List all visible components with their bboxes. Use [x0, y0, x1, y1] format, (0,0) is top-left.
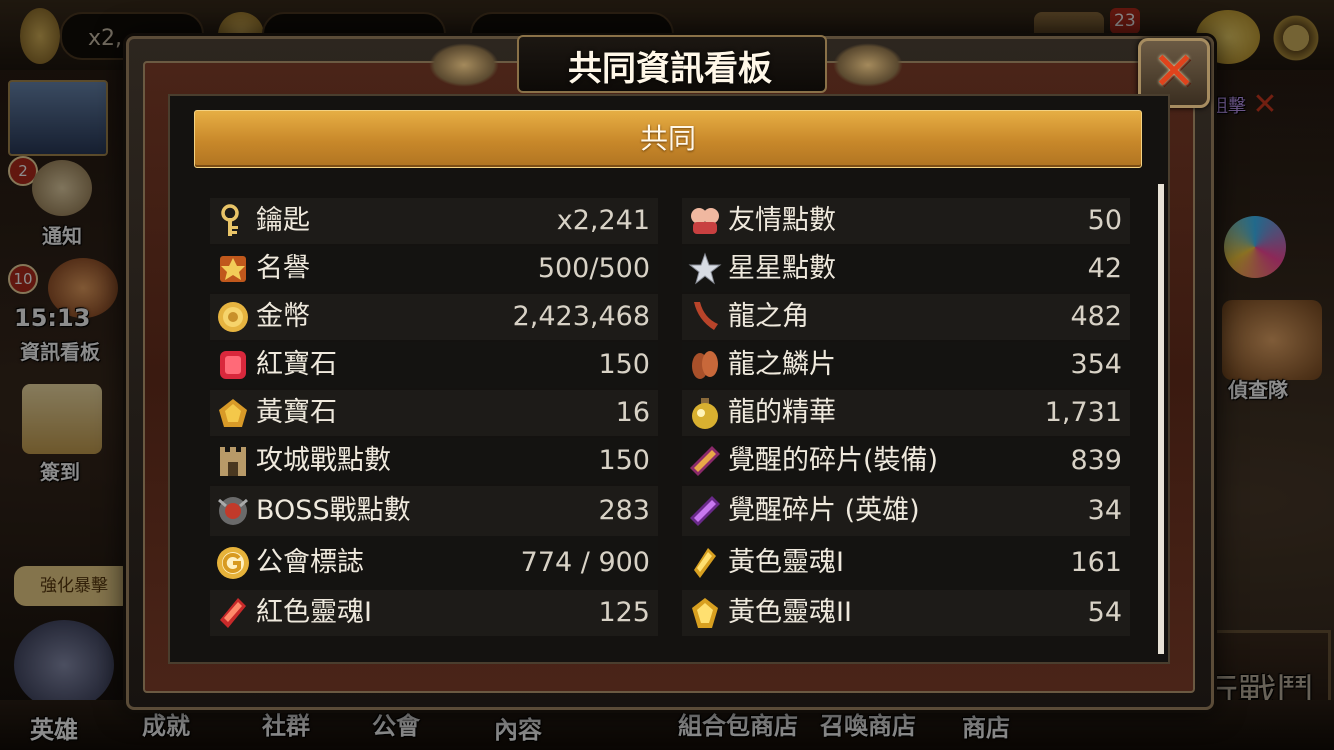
item-label: 覺醒碎片 (英雄) — [728, 495, 920, 526]
list-item: 黃寶石 16 — [210, 390, 658, 436]
item-label: 龍的精華 — [728, 397, 836, 428]
item-value: 354 — [1070, 349, 1122, 380]
item-value: 54 — [1087, 597, 1122, 628]
item-label: 紅色靈魂I — [256, 597, 372, 628]
item-value: 34 — [1087, 495, 1122, 526]
item-value: 42 — [1087, 253, 1122, 284]
item-label: 覺醒的碎片(裝備) — [728, 445, 939, 476]
list-item: 公會標誌 774 / 900 — [210, 536, 658, 590]
item-value: 500/500 — [537, 253, 650, 284]
list-item: 友情點數 50 — [682, 198, 1130, 244]
item-label: 紅寶石 — [256, 349, 337, 380]
ornament-left-icon — [429, 43, 499, 87]
item-label: BOSS戰點數 — [256, 495, 411, 526]
friendship-icon — [691, 208, 719, 234]
item-label: 黃色靈魂II — [728, 597, 852, 628]
list-item: 金幣 2,423,468 — [210, 294, 658, 340]
item-label: 名譽 — [256, 253, 310, 284]
list-item: 覺醒碎片 (英雄) 34 — [682, 486, 1130, 536]
item-value: 50 — [1087, 205, 1122, 236]
yellow-gem-icon — [219, 399, 247, 427]
list-item: 紅色靈魂I 125 — [210, 590, 658, 636]
hero-shard-icon — [690, 496, 720, 526]
guild-emblem-icon — [217, 547, 249, 579]
medal-icon — [220, 256, 246, 282]
item-value: x2,241 — [556, 205, 650, 236]
list-item: 名譽 500/500 — [210, 246, 658, 292]
item-label: 龍之鱗片 — [728, 349, 836, 380]
boss-icon — [218, 497, 248, 525]
item-value: 482 — [1070, 301, 1122, 332]
item-label: 鑰匙 — [256, 205, 310, 236]
dragon-scale-icon — [692, 351, 718, 379]
list-item: 黃色靈魂II 54 — [682, 590, 1130, 636]
dragon-essence-icon — [692, 398, 718, 429]
scrollbar-thumb[interactable] — [1158, 184, 1164, 654]
ornament-right-icon — [833, 43, 903, 87]
tab-common-label: 共同 — [639, 122, 696, 155]
item-label: 星星點數 — [728, 253, 836, 284]
list-item: 黃色靈魂I 161 — [682, 536, 1130, 590]
key-icon — [221, 204, 239, 236]
gold-coin-icon — [218, 302, 248, 332]
list-item: 鑰匙 x2,241 — [210, 198, 658, 244]
item-label: 黃色靈魂I — [728, 547, 844, 578]
item-value: 2,423,468 — [512, 301, 650, 332]
list-item: 龍之角 482 — [682, 294, 1130, 340]
red-soul-icon — [220, 598, 246, 628]
item-label: 攻城戰點數 — [256, 445, 391, 476]
list-item: BOSS戰點數 283 — [210, 486, 658, 536]
dragon-horn-icon — [694, 302, 718, 330]
yellow-soul-icon — [694, 548, 716, 578]
item-label: 友情點數 — [728, 205, 836, 236]
item-label: 金幣 — [256, 301, 310, 332]
tab-common[interactable]: 共同 — [194, 110, 1142, 168]
red-gem-icon — [220, 351, 246, 379]
yellow-soul-2-icon — [692, 598, 718, 628]
equipment-shard-icon — [690, 446, 720, 476]
list-item: 星星點數 42 — [682, 246, 1130, 292]
item-value: 150 — [598, 445, 650, 476]
item-value: 150 — [598, 349, 650, 380]
castle-icon — [220, 447, 246, 476]
list-item: 紅寶石 150 — [210, 342, 658, 388]
list-item: 攻城戰點數 150 — [210, 438, 658, 484]
list-item: 覺醒的碎片(裝備) 839 — [682, 438, 1130, 484]
item-value: 839 — [1070, 445, 1122, 476]
item-label: 龍之角 — [728, 301, 809, 332]
item-value: 774 / 900 — [520, 547, 650, 578]
item-value: 283 — [598, 495, 650, 526]
star-icon — [688, 252, 722, 285]
item-label: 公會標誌 — [256, 547, 364, 578]
list-item: 龍的精華 1,731 — [682, 390, 1130, 436]
item-value: 16 — [615, 397, 650, 428]
list-item: 龍之鱗片 354 — [682, 342, 1130, 388]
item-value: 1,731 — [1044, 397, 1122, 428]
modal-title: 共同資訊看板 — [568, 49, 772, 89]
item-value: 125 — [598, 597, 650, 628]
item-label: 黃寶石 — [256, 397, 337, 428]
item-value: 161 — [1070, 547, 1122, 578]
